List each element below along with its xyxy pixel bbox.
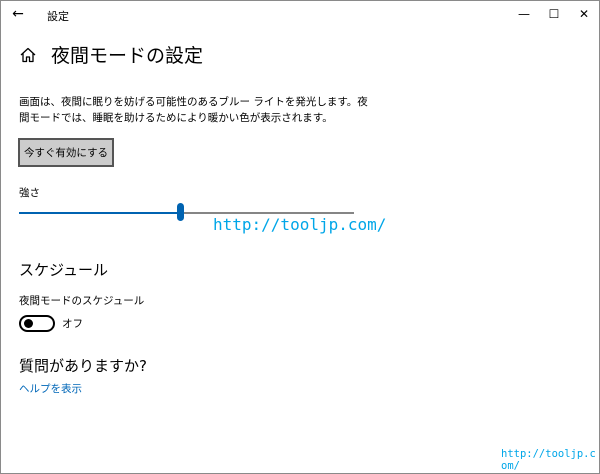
settings-window: ← 設定 — ☐ ✕ 夜間モードの設定 画面は、夜間に眠りを妨げる可能性のあるブ… bbox=[0, 0, 600, 474]
watermark-url: http://tooljp.com/ bbox=[213, 215, 387, 234]
schedule-toggle-label: 夜間モードのスケジュール bbox=[19, 295, 145, 307]
description-text: 画面は、夜間に眠りを妨げる可能性のあるブルー ライトを発光します。夜間モードでは… bbox=[19, 96, 368, 124]
slider-track-rest bbox=[184, 212, 354, 214]
enable-now-button[interactable]: 今すぐ有効にする bbox=[18, 138, 114, 167]
schedule-section-title: スケジュール bbox=[19, 261, 108, 279]
slider-thumb[interactable] bbox=[177, 203, 184, 221]
window-controls: — ☐ ✕ bbox=[509, 1, 599, 27]
toggle-state-text: オフ bbox=[62, 318, 83, 330]
maximize-button[interactable]: ☐ bbox=[539, 1, 569, 27]
close-icon: ✕ bbox=[578, 7, 590, 21]
minimize-icon: — bbox=[518, 7, 530, 21]
strength-label: 強さ bbox=[19, 187, 40, 199]
page-header: 夜間モードの設定 bbox=[19, 41, 203, 68]
corner-watermark-url: http://tooljp.com/ bbox=[501, 448, 596, 472]
window-title: 設定 bbox=[47, 10, 69, 23]
slider-fill bbox=[19, 212, 180, 214]
minimize-button[interactable]: — bbox=[509, 1, 539, 27]
title-bar: ← 設定 — ☐ ✕ bbox=[1, 1, 599, 27]
toggle-knob bbox=[24, 319, 33, 328]
maximize-icon: ☐ bbox=[548, 7, 560, 21]
back-arrow-icon: ← bbox=[12, 6, 24, 22]
schedule-toggle[interactable] bbox=[19, 315, 55, 332]
home-icon[interactable] bbox=[19, 46, 37, 64]
back-button[interactable]: ← bbox=[7, 4, 29, 24]
close-button[interactable]: ✕ bbox=[569, 1, 599, 27]
help-link[interactable]: ヘルプを表示 bbox=[19, 381, 82, 396]
help-section-title: 質問がありますか? bbox=[19, 357, 147, 375]
page-title: 夜間モードの設定 bbox=[51, 45, 204, 67]
